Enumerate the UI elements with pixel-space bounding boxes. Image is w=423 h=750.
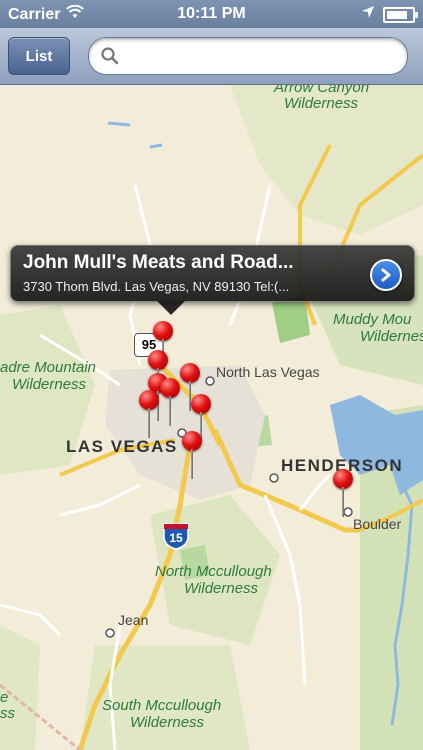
map-pin[interactable] (160, 378, 180, 428)
label-madre-mountain: adre Mountain (0, 359, 96, 376)
status-time: 10:11 PM (177, 5, 246, 22)
map-pin[interactable] (333, 469, 353, 519)
label-edge-e: e (0, 689, 9, 706)
interstate-15-shield: 15 (163, 522, 189, 550)
map-pin[interactable] (139, 390, 159, 440)
label-muddy-wilderness: Wilderness (360, 328, 423, 345)
label-south-mccullough: South Mccullough (102, 697, 222, 714)
location-arrow-icon (361, 5, 375, 24)
callout-subtitle: 3730 Thom Blvd. Las Vegas, NV 89130 Tel:… (23, 279, 290, 294)
label-boulder: Boulder (353, 516, 402, 532)
label-las-vegas: LAS VEGAS (66, 437, 178, 456)
search-field[interactable] (88, 37, 408, 75)
detail-disclosure-button[interactable] (370, 259, 402, 291)
status-right (361, 5, 418, 24)
status-bar: Carrier 10:11 PM (0, 0, 423, 28)
search-input[interactable] (127, 46, 391, 66)
label-jean: Jean (118, 612, 149, 628)
label-north-las-vegas: North Las Vegas (216, 364, 320, 380)
interstate-15-number: 15 (169, 531, 183, 545)
label-edge-ss: ss (0, 705, 15, 722)
label-north-mccullough: North Mccullough (155, 563, 272, 580)
battery-icon (383, 6, 418, 23)
label-south-mccullough-wilderness: Wilderness (130, 714, 205, 731)
map-base (0, 85, 423, 750)
label-madre-wilderness: Wilderness (12, 376, 87, 393)
search-icon (101, 47, 119, 65)
chevron-right-icon (379, 268, 393, 282)
nav-bar: List (0, 28, 423, 85)
label-north-mccullough-wilderness: Wilderness (184, 580, 259, 597)
map-pin[interactable] (182, 431, 202, 481)
map-callout[interactable]: John Mull's Meats and Road... 3730 Thom … (10, 245, 415, 315)
label-arrow-canyon-wilderness: Wilderness (284, 95, 359, 112)
label-muddy: Muddy Mou (333, 311, 412, 328)
list-button[interactable]: List (8, 37, 70, 75)
map-view[interactable]: 95 15 Arrow Canyon Wilderness Muddy Mou … (0, 85, 423, 750)
callout-title: John Mull's Meats and Road... (23, 252, 294, 273)
